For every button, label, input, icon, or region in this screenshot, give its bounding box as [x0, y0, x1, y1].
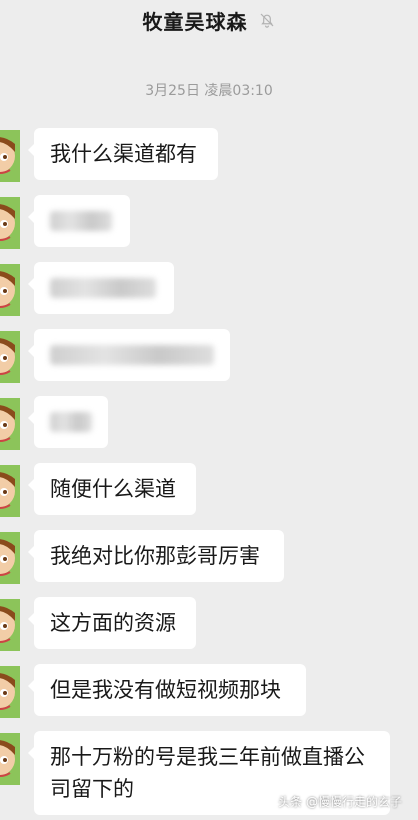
blurred-text: [50, 211, 112, 231]
blurred-text: [50, 345, 214, 365]
avatar[interactable]: [0, 599, 20, 651]
watermark: 头条 @慢慢行走的玄子: [278, 795, 402, 809]
message-bubble[interactable]: 这方面的资源: [28, 597, 196, 649]
bell-off-icon: [260, 13, 273, 28]
message-text: 我绝对比你那彭哥厉害: [50, 544, 260, 568]
message-bubble[interactable]: [28, 262, 174, 314]
avatar[interactable]: [0, 264, 20, 316]
message-bubble[interactable]: [28, 396, 108, 448]
blurred-text: [50, 278, 156, 298]
chat-header: 牧童吴球森: [0, 0, 418, 40]
avatar[interactable]: [0, 130, 20, 182]
avatar[interactable]: [0, 197, 20, 249]
message-bubble[interactable]: 随便什么渠道: [28, 463, 196, 515]
message-timestamp: 3月25日 凌晨03:10: [145, 83, 273, 99]
message-text: 但是我没有做短视频那块: [50, 678, 281, 702]
message-text: 这方面的资源: [50, 611, 176, 635]
avatar[interactable]: [0, 733, 20, 785]
message-bubble[interactable]: [28, 195, 130, 247]
message-bubble[interactable]: [28, 329, 230, 381]
message-text: 随便什么渠道: [50, 477, 176, 501]
message-bubble[interactable]: 我什么渠道都有: [28, 128, 218, 180]
avatar[interactable]: [0, 331, 20, 383]
avatar[interactable]: [0, 398, 20, 450]
message-bubble[interactable]: 但是我没有做短视频那块: [28, 664, 306, 716]
blurred-text: [50, 412, 92, 432]
message-bubble[interactable]: 我绝对比你那彭哥厉害: [28, 530, 284, 582]
chat-title[interactable]: 牧童吴球森: [143, 6, 248, 35]
message-text: 我什么渠道都有: [50, 142, 197, 166]
avatar[interactable]: [0, 666, 20, 718]
avatar[interactable]: [0, 532, 20, 584]
avatar[interactable]: [0, 465, 20, 517]
